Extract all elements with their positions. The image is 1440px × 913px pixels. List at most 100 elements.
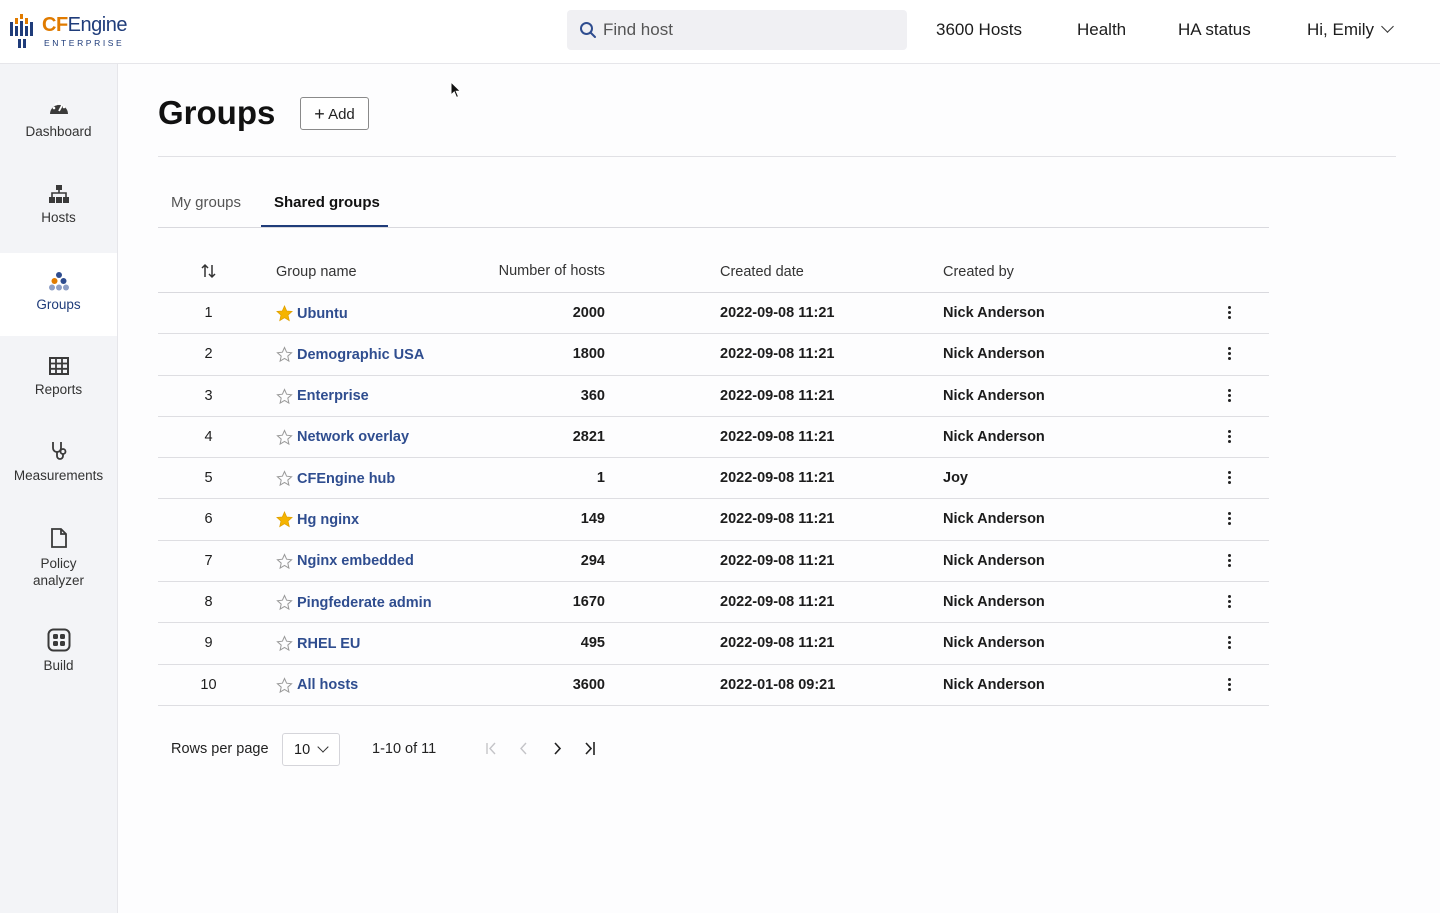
add-button-label: Add (328, 106, 355, 123)
group-name-link[interactable]: Pingfederate admin (297, 595, 432, 611)
group-name-link[interactable]: Hg nginx (297, 512, 359, 528)
star-outline-icon[interactable] (276, 676, 293, 694)
rows-per-page-select[interactable]: 10 (282, 733, 340, 766)
group-name-link[interactable]: Enterprise (297, 388, 369, 404)
created-by: Joy (943, 470, 968, 487)
sidebar-item-label: Measurements (13, 468, 104, 483)
table-header: Group name Number of hosts Created date … (158, 252, 1269, 293)
divider (158, 227, 1269, 228)
sidebar-item-reports[interactable]: Reports (0, 356, 117, 397)
star-outline-icon[interactable] (276, 470, 293, 487)
table-row: 3 Enterprise 360 2022-09-08 11:21 Nick Ander… (158, 376, 1269, 417)
host-count: 294 (580, 552, 605, 569)
tab-my-groups[interactable]: My groups (171, 194, 241, 228)
user-greeting: Hi, Emily (1307, 20, 1375, 39)
star-outline-icon[interactable] (276, 594, 293, 611)
group-name-cell: All hosts (276, 676, 358, 694)
created-by: Nick Anderson (943, 635, 1045, 652)
created-by: Nick Anderson (943, 676, 1045, 693)
cfengine-logo[interactable]: CFEngine ENTERPRISE (10, 12, 130, 52)
sidebar-item-label: Dashboard (25, 124, 92, 139)
row-actions-kebab-icon[interactable] (1220, 387, 1240, 408)
row-number: 7 (204, 552, 213, 569)
created-by: Nick Anderson (943, 594, 1045, 611)
created-date: 2022-09-08 11:21 (720, 305, 835, 321)
row-actions-kebab-icon[interactable] (1220, 428, 1240, 449)
row-actions-kebab-icon[interactable] (1220, 552, 1240, 573)
sidebar-item-label: Hosts (41, 210, 76, 225)
sidebar-item-policy-analyzer[interactable]: Policy analyzer (0, 527, 117, 589)
created-date: 2022-09-08 11:21 (720, 346, 835, 363)
table-row: 1 Ubuntu 2000 2022-09-08 11:21 Nick Anderson (158, 293, 1269, 335)
health-link[interactable]: Health (1077, 20, 1126, 40)
star-outline-icon[interactable] (276, 635, 293, 652)
cfengine-logo-mark-icon (10, 14, 33, 48)
ha-status-link[interactable]: HA status (1178, 20, 1251, 40)
add-group-button[interactable]: + Add (300, 97, 369, 130)
created-by: Nick Anderson (943, 428, 1045, 445)
star-outline-icon[interactable] (276, 346, 293, 363)
column-header-group-name[interactable]: Group name (276, 264, 357, 280)
sidebar-item-groups[interactable]: Groups (0, 253, 117, 336)
row-actions-kebab-icon[interactable] (1220, 304, 1240, 325)
star-outline-icon[interactable] (276, 429, 293, 446)
build-modules-icon (47, 628, 70, 652)
row-actions-kebab-icon[interactable] (1220, 593, 1240, 614)
group-name-link[interactable]: CFEngine hub (297, 471, 395, 487)
group-name-link[interactable]: Ubuntu (297, 306, 348, 322)
created-date: 2022-09-08 11:21 (720, 635, 835, 652)
next-page-icon[interactable] (548, 739, 566, 759)
created-by: Nick Anderson (943, 511, 1045, 528)
dashboard-gauge-icon (49, 101, 68, 114)
tab-shared-groups[interactable]: Shared groups (274, 194, 380, 228)
column-header-created-date[interactable]: Created date (720, 264, 804, 280)
table-row: 7 Nginx embedded 294 2022-09-08 11:21 Nick A… (158, 541, 1269, 583)
row-number: 4 (204, 428, 213, 445)
group-name-link[interactable]: Network overlay (297, 429, 409, 445)
created-date: 2022-09-08 11:21 (720, 428, 835, 445)
row-number: 1 (204, 305, 213, 321)
column-header-created-by[interactable]: Created by (943, 264, 1014, 280)
sidebar-item-dashboard[interactable]: Dashboard (0, 98, 117, 139)
group-name-link[interactable]: All hosts (297, 677, 358, 693)
star-filled-icon[interactable] (276, 305, 293, 322)
sort-icon[interactable] (158, 262, 259, 284)
last-page-icon[interactable] (581, 739, 599, 759)
group-name-cell: Ubuntu (276, 305, 348, 322)
group-name-link[interactable]: RHEL EU (297, 636, 360, 652)
group-name-link[interactable]: Nginx embedded (297, 553, 414, 569)
row-actions-kebab-icon[interactable] (1220, 676, 1240, 697)
star-filled-icon[interactable] (276, 511, 293, 528)
row-actions-kebab-icon[interactable] (1220, 634, 1240, 655)
search-input[interactable] (603, 10, 893, 50)
sidebar-item-measurements[interactable]: Measurements (0, 440, 117, 483)
row-number: 3 (204, 387, 213, 404)
created-date: 2022-09-08 11:21 (720, 387, 835, 404)
hosts-count-link[interactable]: 3600 Hosts (936, 20, 1022, 40)
host-count: 2821 (572, 428, 605, 445)
sidebar-item-build[interactable]: Build (0, 628, 117, 673)
logo-subtitle: ENTERPRISE (44, 38, 125, 48)
plus-icon: + (314, 104, 325, 124)
row-number: 10 (200, 676, 217, 693)
first-page-icon[interactable] (483, 739, 501, 759)
created-date: 2022-09-08 11:21 (720, 594, 835, 611)
star-outline-icon[interactable] (276, 553, 293, 570)
star-outline-icon[interactable] (276, 387, 293, 405)
groups-dots-icon (48, 272, 69, 291)
group-name-link[interactable]: Demographic USA (297, 347, 424, 363)
previous-page-icon[interactable] (515, 739, 533, 759)
column-header-number-of-hosts[interactable]: Number of hosts (448, 263, 605, 279)
host-count: 1670 (572, 594, 605, 611)
row-actions-kebab-icon[interactable] (1220, 469, 1240, 490)
row-actions-kebab-icon[interactable] (1220, 345, 1240, 366)
user-menu[interactable]: Hi, Emily (1307, 20, 1394, 40)
table-body: 1 Ubuntu 2000 2022-09-08 11:21 Nick Anderson… (158, 293, 1269, 706)
sidebar-item-hosts[interactable]: Hosts (0, 184, 117, 225)
table-row: 5 CFEngine hub 1 2022-09-08 11:21 Joy (158, 458, 1269, 500)
row-actions-kebab-icon[interactable] (1220, 510, 1240, 531)
host-count: 1 (596, 470, 605, 487)
host-count: 2000 (572, 305, 605, 321)
group-name-cell: CFEngine hub (276, 470, 395, 487)
created-date: 2022-09-08 11:21 (720, 470, 835, 487)
